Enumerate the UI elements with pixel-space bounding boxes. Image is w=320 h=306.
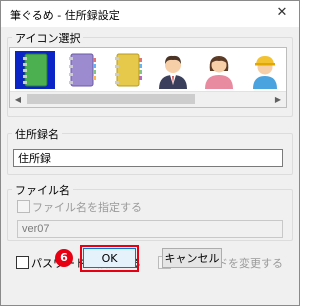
icon-option-yellow-notebook[interactable] (107, 51, 147, 89)
step-number-badge: 6 (55, 249, 73, 267)
window-title: 筆ぐるめ - 住所録設定 (10, 9, 120, 22)
filename-input[interactable] (17, 220, 283, 238)
icon-option-purple-notebook[interactable] (61, 51, 101, 89)
cancel-button[interactable]: キャンセル (162, 248, 222, 268)
address-book-settings-dialog: 筆ぐるめ - 住所録設定 ✕ アイコン選択 ◀ ▶ 住所録名 住所録 ファイル名… (0, 0, 300, 306)
address-book-name-input[interactable] (13, 149, 283, 167)
woman-icon (205, 56, 233, 89)
icon-list[interactable]: ◀ ▶ (9, 47, 287, 108)
icon-option-child-cap[interactable] (245, 51, 285, 89)
icon-list-scrollbar[interactable]: ◀ ▶ (10, 91, 286, 107)
child-cap-icon (253, 56, 277, 89)
purple-notebook-icon (69, 53, 96, 87)
title-bar: 筆ぐるめ - 住所録設定 ✕ (1, 1, 299, 27)
icon-option-businessman[interactable] (153, 51, 193, 89)
yellow-notebook-icon (115, 53, 142, 87)
scrollbar-thumb[interactable] (27, 94, 195, 104)
businessman-icon (159, 55, 187, 89)
green-notebook-icon (23, 53, 48, 87)
icon-select-legend: アイコン選択 (12, 30, 84, 46)
specify-filename-checkbox[interactable] (17, 200, 30, 213)
icon-option-woman[interactable] (199, 51, 239, 89)
scroll-left-icon[interactable]: ◀ (10, 92, 26, 107)
scroll-right-icon[interactable]: ▶ (270, 92, 286, 107)
close-icon[interactable]: ✕ (274, 5, 290, 21)
icon-option-green-notebook[interactable] (15, 51, 55, 89)
file-name-legend: ファイル名 (12, 182, 73, 198)
set-password-checkbox[interactable] (16, 256, 29, 269)
address-book-name-legend: 住所録名 (12, 126, 62, 142)
ok-highlight-frame (80, 245, 139, 272)
specify-filename-label: ファイル名を指定する (32, 201, 142, 214)
